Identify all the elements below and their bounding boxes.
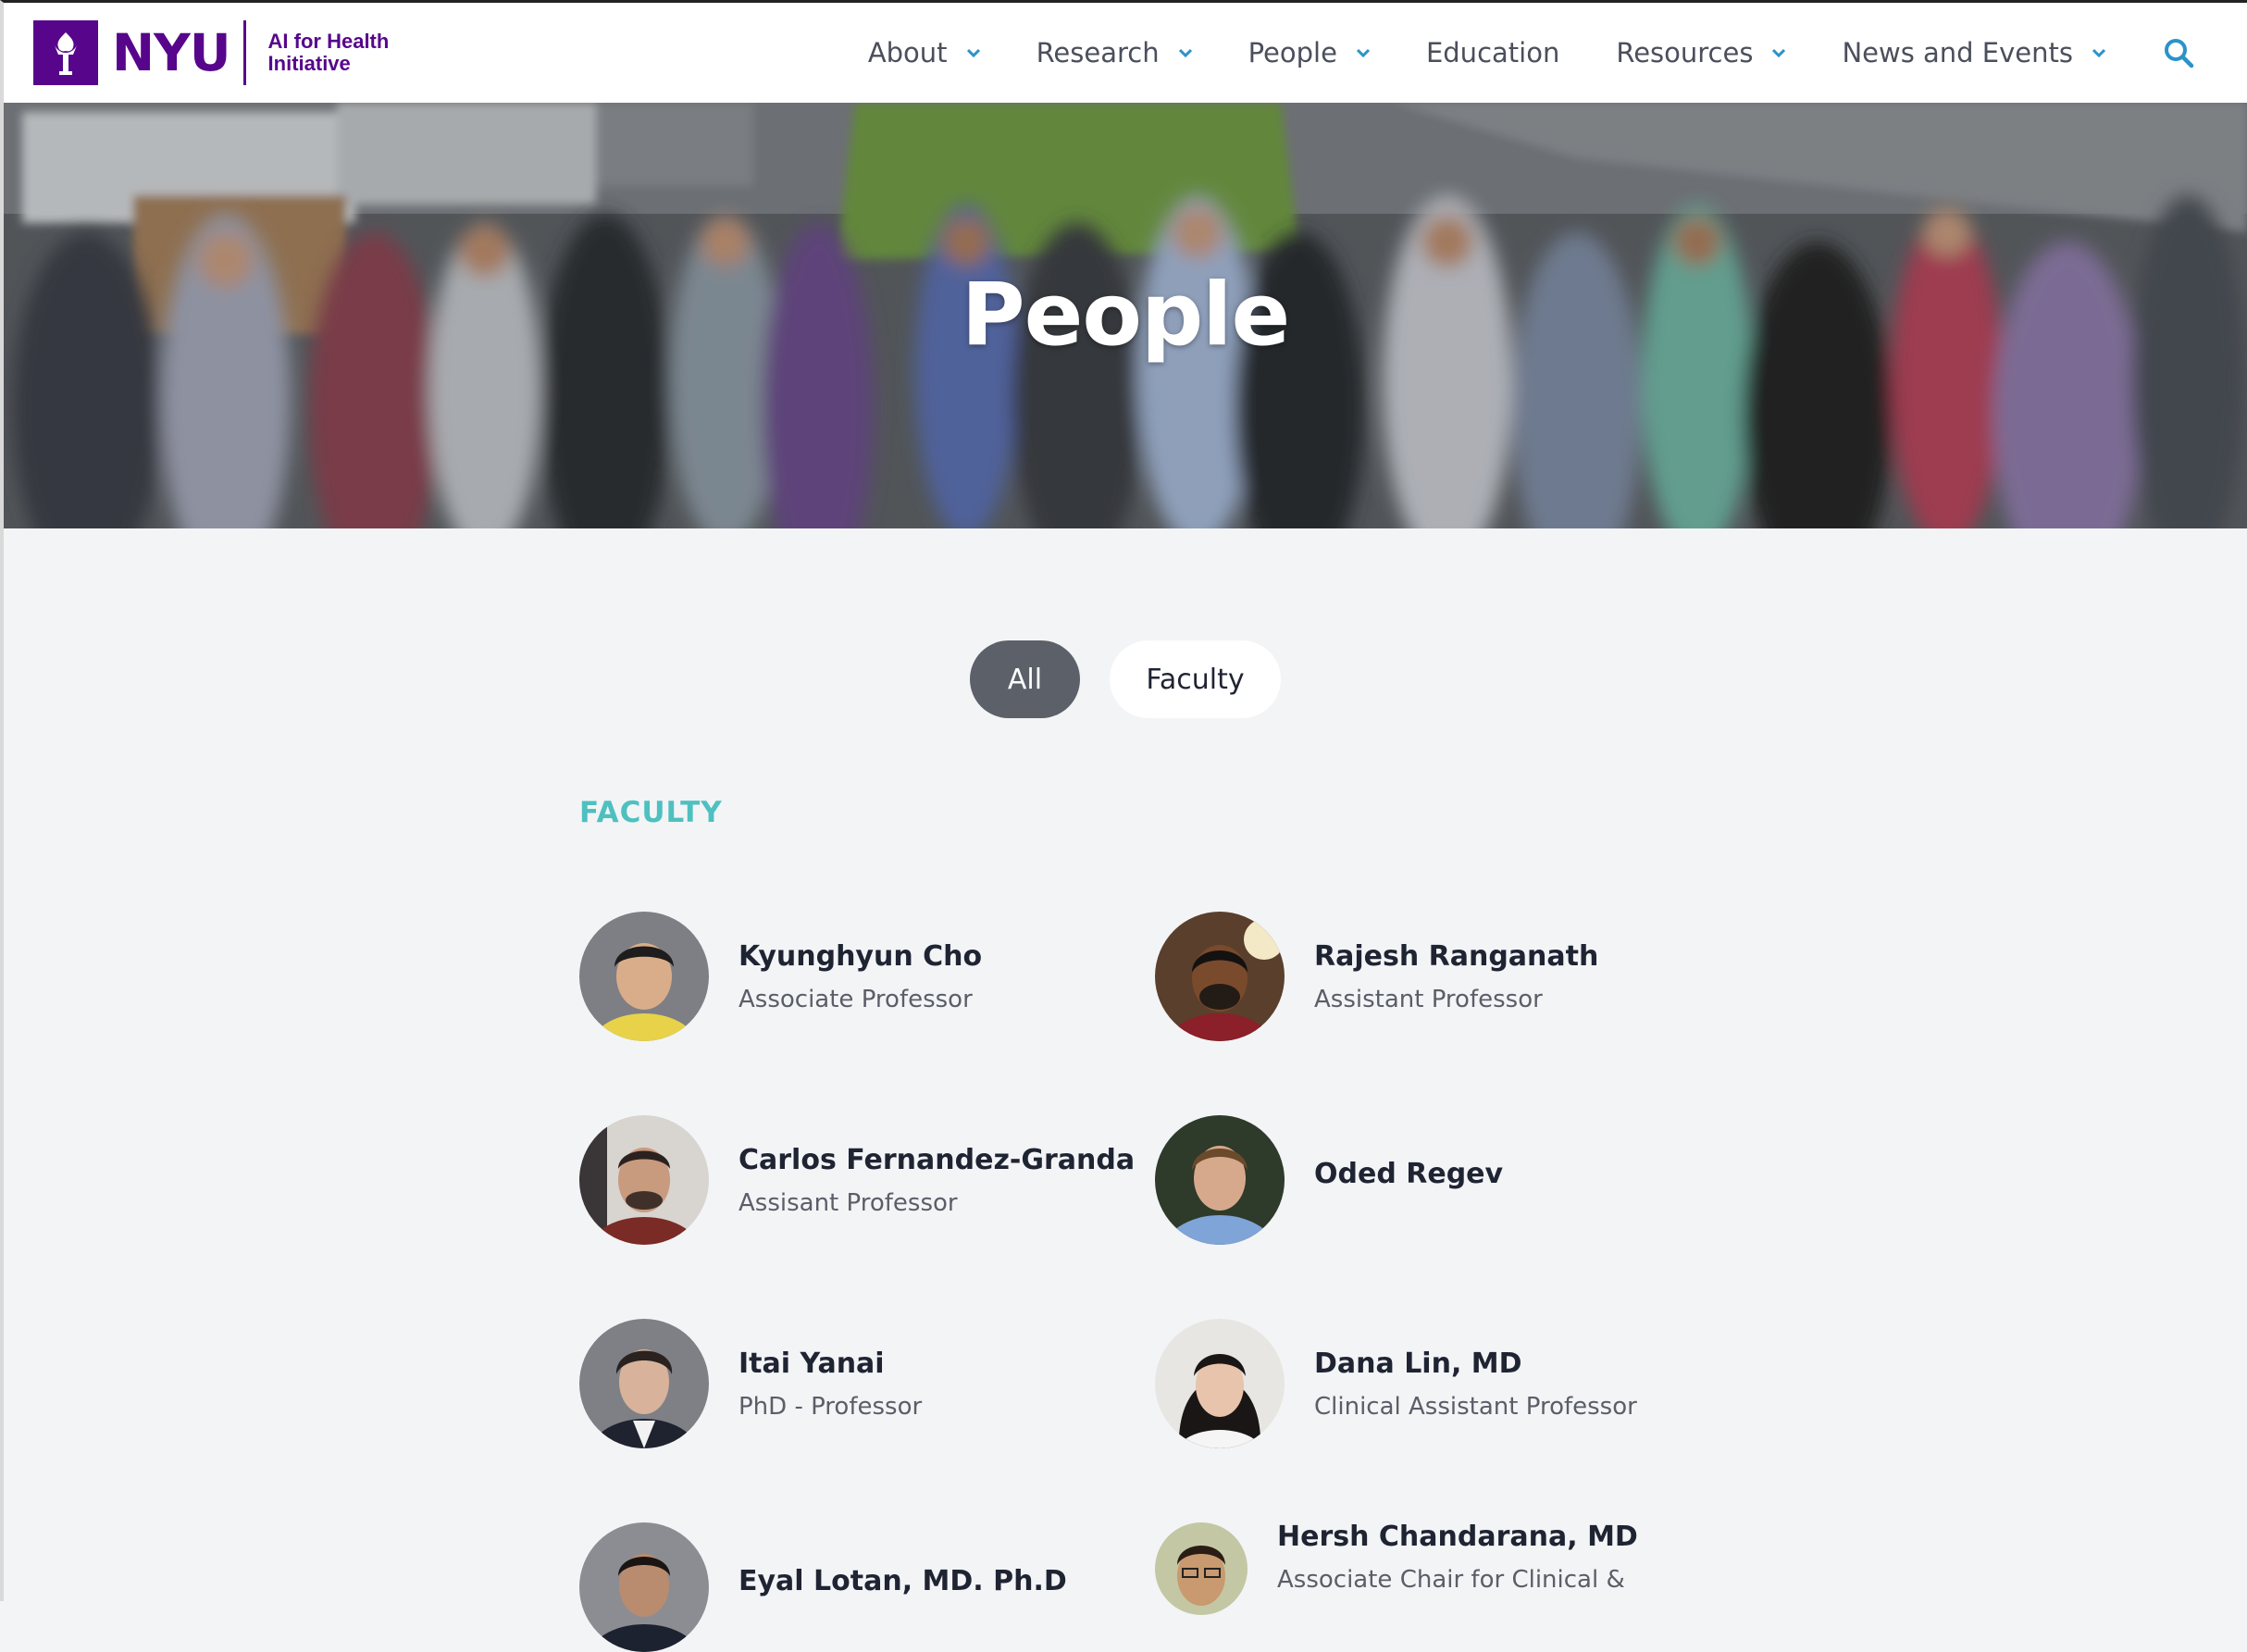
person-name: Kyunghyun Cho [739, 939, 983, 973]
logo-wordmark: NYU [112, 23, 231, 82]
nav-label: Education [1425, 37, 1560, 68]
nav-label: News and Events [1842, 37, 2073, 68]
person-role: Assisant Professor [739, 1188, 958, 1217]
search-icon [2165, 39, 2194, 68]
page-title: People [961, 265, 1291, 366]
nav-label: About [867, 37, 948, 68]
person-name: Hersh Chandarana, MD [1277, 1521, 1638, 1553]
person-card[interactable]: Carlos Fernandez-Granda Assisant Profess… [579, 1115, 1135, 1245]
filter-pills: All Faculty [970, 640, 1281, 718]
nyu-logo-link[interactable]: NYU AI for Health Initiative [33, 19, 407, 86]
avatar [579, 1115, 709, 1245]
avatar [579, 912, 709, 1041]
person-role: Associate Chair for Clinical & [1277, 1566, 1625, 1594]
avatar [1155, 1522, 1248, 1615]
person-name: Eyal Lotan, MD. Ph.D [739, 1564, 1067, 1597]
nav-item-about[interactable]: About [868, 37, 980, 68]
person-card[interactable]: Oded Regev [1155, 1115, 1503, 1245]
nav-label: People [1248, 37, 1337, 68]
person-role: Assistant Professor [1314, 985, 1543, 1013]
nav-item-people[interactable]: People [1248, 37, 1370, 68]
person-card[interactable]: Kyunghyun Cho Associate Professor [579, 912, 982, 1041]
person-role: Clinical Assistant Professor [1314, 1392, 1637, 1421]
chevron-down-icon [2092, 48, 2105, 57]
person-name: Carlos Fernandez-Granda [739, 1143, 1136, 1176]
logo-divider [242, 20, 246, 85]
avatar [579, 1522, 709, 1652]
section-heading-faculty: FACULTY [579, 796, 723, 829]
avatar [1155, 1319, 1285, 1448]
chevron-down-icon [966, 48, 980, 57]
person-role: PhD - Professor [739, 1392, 923, 1421]
person-card[interactable]: Rajesh Ranganath Assistant Professor [1155, 912, 1598, 1041]
nav-label: Resources [1616, 37, 1754, 68]
chevron-down-icon [1178, 48, 1192, 57]
main-nav: About Research People Education Resource… [868, 3, 2247, 103]
filter-all-button[interactable]: All [970, 640, 1080, 718]
torch-icon [33, 20, 98, 85]
hero-banner: People [4, 103, 2247, 528]
nav-item-resources[interactable]: Resources [1616, 37, 1786, 68]
nav-item-education[interactable]: Education [1426, 37, 1559, 68]
person-name: Dana Lin, MD [1314, 1347, 1522, 1380]
person-name: Rajesh Ranganath [1314, 939, 1599, 973]
search-button[interactable] [2162, 36, 2195, 69]
avatar [1155, 912, 1285, 1041]
person-role: Associate Professor [739, 985, 973, 1013]
chevron-down-icon [1356, 48, 1370, 57]
nav-label: Research [1036, 37, 1160, 68]
filter-faculty-button[interactable]: Faculty [1110, 640, 1281, 718]
avatar [1155, 1115, 1285, 1245]
person-card[interactable]: Dana Lin, MD Clinical Assistant Professo… [1155, 1319, 1637, 1448]
nav-item-research[interactable]: Research [1037, 37, 1192, 68]
person-name: Itai Yanai [739, 1347, 885, 1380]
site-header: NYU AI for Health Initiative About Resea… [4, 3, 2247, 103]
person-name: Oded Regev [1314, 1157, 1504, 1190]
logo-subtitle: AI for Health Initiative [267, 30, 390, 75]
nav-item-news-and-events[interactable]: News and Events [1842, 37, 2105, 68]
person-card[interactable]: Hersh Chandarana, MD Associate Chair for… [1155, 1521, 1638, 1615]
person-card[interactable]: Eyal Lotan, MD. Ph.D [579, 1522, 1067, 1652]
avatar [579, 1319, 709, 1448]
chevron-down-icon [1772, 48, 1786, 57]
person-card[interactable]: Itai Yanai PhD - Professor [579, 1319, 922, 1448]
